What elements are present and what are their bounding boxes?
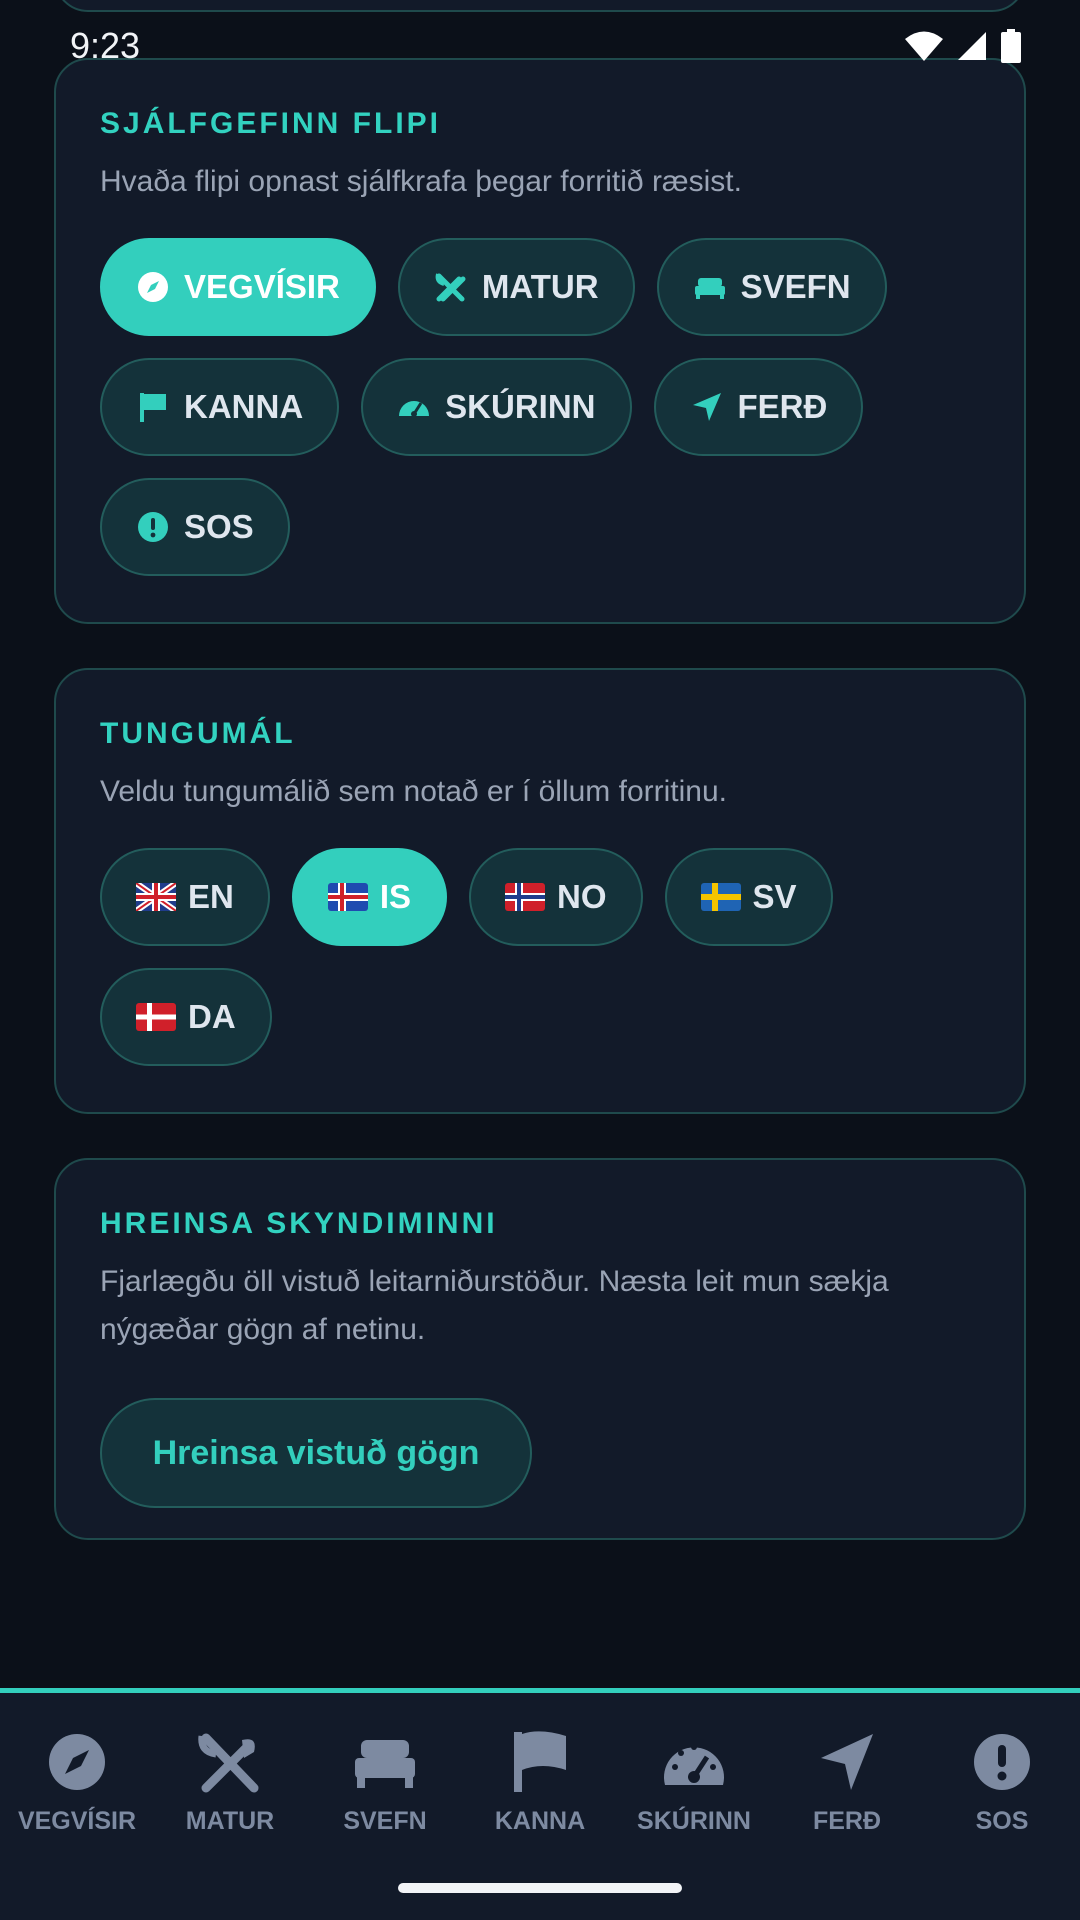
- nav-label: MATUR: [185, 1807, 275, 1835]
- default-tab-title: SJÁLFGEFINN FLIPI: [100, 107, 442, 140]
- cache-title: HREINSA SKYNDIMINNI: [100, 1207, 498, 1240]
- language-option-da[interactable]: DA: [100, 968, 272, 1066]
- language-option-no[interactable]: NO: [469, 848, 643, 946]
- language-option-label: SV: [752, 878, 797, 915]
- compass-icon: [136, 270, 170, 304]
- language-option-sv[interactable]: SV: [664, 848, 833, 946]
- tab-option-skurinn[interactable]: SKÚRINN: [361, 358, 632, 456]
- bed-icon: [351, 1729, 419, 1795]
- tab-option-matur[interactable]: MATUR: [397, 238, 635, 336]
- status-icons: [904, 29, 1022, 63]
- utensils-icon: [196, 1729, 264, 1795]
- battery-icon: [1001, 29, 1021, 63]
- nav-item-sos[interactable]: SOS: [925, 1729, 1079, 1849]
- language-option-label: IS: [379, 878, 412, 915]
- default-tab-options: VEGVÍSIR MATUR SVEFN KANNA SKÚRINN FERÐ …: [100, 238, 980, 576]
- tab-option-label: FERÐ: [737, 388, 828, 425]
- nav-label: SKÚRINN: [637, 1807, 751, 1835]
- tab-option-label: SOS: [184, 508, 254, 545]
- flag-norway-icon: [505, 883, 546, 911]
- bed-icon: [693, 270, 727, 304]
- home-indicator[interactable]: [398, 1883, 682, 1893]
- nav-label: SVEFN: [343, 1807, 427, 1835]
- alert-icon: [968, 1729, 1036, 1795]
- nav-item-matur[interactable]: MATUR: [153, 1729, 307, 1849]
- navigation-arrow-icon: [813, 1729, 881, 1795]
- tab-option-label: KANNA: [184, 388, 304, 425]
- language-option-en[interactable]: EN: [100, 848, 270, 946]
- language-option-label: NO: [557, 878, 607, 915]
- language-description: Veldu tungumálið sem notað er í öllum fo…: [100, 775, 727, 808]
- flag-iceland-icon: [327, 883, 368, 911]
- clear-cache-button[interactable]: Hreinsa vistuð gögn: [100, 1398, 532, 1508]
- tab-option-label: VEGVÍSIR: [184, 268, 340, 305]
- utensils-icon: [434, 270, 468, 304]
- language-option-is[interactable]: IS: [291, 848, 448, 946]
- nav-item-kanna[interactable]: KANNA: [463, 1729, 617, 1849]
- wifi-icon: [905, 31, 943, 61]
- tab-option-sos[interactable]: SOS: [100, 478, 290, 576]
- nav-label: SOS: [975, 1807, 1029, 1835]
- nav-item-skurinn[interactable]: SKÚRINN: [617, 1729, 771, 1849]
- flag-sweden-icon: [700, 883, 741, 911]
- nav-label: KANNA: [494, 1807, 586, 1835]
- tab-option-label: SKÚRINN: [445, 388, 596, 425]
- tab-option-label: SVEFN: [740, 268, 851, 305]
- tab-option-ferd[interactable]: FERÐ: [653, 358, 864, 456]
- compass-icon: [43, 1729, 111, 1795]
- flag-icon: [136, 390, 170, 424]
- gauge-icon: [660, 1729, 728, 1795]
- alert-icon: [136, 510, 170, 544]
- language-title: TUNGUMÁL: [100, 717, 296, 750]
- default-tab-card: SJÁLFGEFINN FLIPI Hvaða flipi opnast sjá…: [54, 58, 1026, 624]
- tab-option-kanna[interactable]: KANNA: [100, 358, 340, 456]
- nav-item-svefn[interactable]: SVEFN: [308, 1729, 462, 1849]
- default-tab-description: Hvaða flipi opnast sjálfkrafa þegar forr…: [100, 165, 742, 198]
- cell-signal-icon: [958, 32, 986, 60]
- nav-label: FERÐ: [812, 1807, 882, 1835]
- navigation-arrow-icon: [690, 390, 724, 424]
- flag-denmark-icon: [136, 1003, 176, 1031]
- gauge-icon: [397, 390, 431, 424]
- flag-uk-icon: [136, 883, 176, 911]
- language-option-label: EN: [188, 878, 234, 915]
- tab-option-svefn[interactable]: SVEFN: [656, 238, 887, 336]
- nav-item-vegvisir[interactable]: VEGVÍSIR: [0, 1729, 154, 1849]
- nav-item-ferd[interactable]: FERÐ: [770, 1729, 924, 1849]
- language-card: TUNGUMÁL Veldu tungumálið sem notað er í…: [54, 668, 1026, 1114]
- cache-description: Fjarlægðu öll vistuð leitarniðurstöður. …: [100, 1265, 889, 1346]
- flag-icon: [506, 1729, 574, 1795]
- language-options: EN IS NO SV DA: [100, 848, 980, 1066]
- tab-option-label: MATUR: [481, 268, 599, 305]
- tab-option-vegvisir[interactable]: VEGVÍSIR: [100, 238, 376, 336]
- status-bar: 9:23: [0, 0, 1080, 92]
- cache-card: HREINSA SKYNDIMINNI Fjarlægðu öll vistuð…: [54, 1158, 1026, 1540]
- nav-label: VEGVÍSIR: [17, 1807, 137, 1835]
- language-option-label: DA: [188, 998, 236, 1035]
- status-time: 9:23: [70, 25, 141, 66]
